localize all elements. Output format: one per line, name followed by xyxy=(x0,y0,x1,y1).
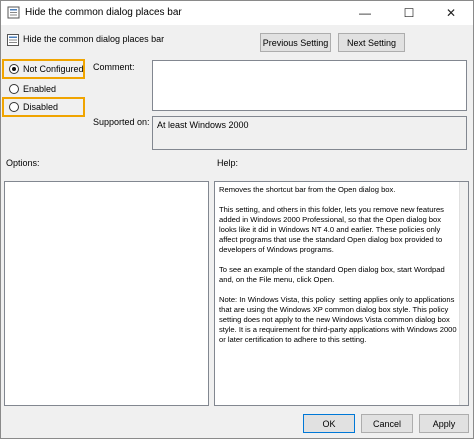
policy-dialog-window: Hide the common dialog places bar — ☐ ✕ … xyxy=(0,0,474,439)
help-text: Removes the shortcut bar from the Open d… xyxy=(219,185,457,344)
options-label: Options: xyxy=(6,158,40,168)
radio-unselected-icon[interactable] xyxy=(9,102,19,112)
supported-on-field: At least Windows 2000 xyxy=(152,116,467,150)
title-bar[interactable]: Hide the common dialog places bar — ☐ ✕ xyxy=(1,1,473,25)
cancel-button[interactable]: Cancel xyxy=(361,414,413,433)
next-setting-button[interactable]: Next Setting xyxy=(338,33,405,52)
comment-textarea[interactable] xyxy=(152,60,467,111)
radio-unselected-icon[interactable] xyxy=(9,84,19,94)
setting-title: Hide the common dialog places bar xyxy=(23,34,165,44)
minimize-icon: — xyxy=(359,6,371,20)
maximize-button[interactable]: ☐ xyxy=(389,1,429,25)
comment-label: Comment: xyxy=(93,62,135,72)
radio-label-not-configured: Not Configured xyxy=(23,64,84,74)
help-panel[interactable]: Removes the shortcut bar from the Open d… xyxy=(214,181,469,406)
radio-label-enabled: Enabled xyxy=(23,84,57,94)
radio-enabled[interactable]: Enabled xyxy=(1,79,85,99)
policy-setting-icon xyxy=(7,34,19,46)
apply-button[interactable]: Apply xyxy=(419,414,469,433)
policy-setting-icon xyxy=(7,6,20,19)
window-title: Hide the common dialog places bar xyxy=(25,7,182,18)
supported-on-value: At least Windows 2000 xyxy=(157,120,249,130)
ok-button[interactable]: OK xyxy=(303,414,355,433)
radio-selected-icon[interactable] xyxy=(9,64,19,74)
radio-label-disabled: Disabled xyxy=(23,102,59,112)
maximize-icon: ☐ xyxy=(403,6,415,20)
minimize-button[interactable]: — xyxy=(345,1,385,25)
radio-not-configured[interactable]: Not Configured xyxy=(1,59,85,79)
supported-on-label: Supported on: xyxy=(93,117,150,127)
options-panel xyxy=(4,181,209,406)
previous-setting-button[interactable]: Previous Setting xyxy=(260,33,331,52)
help-scrollbar[interactable] xyxy=(459,182,468,405)
close-icon: ✕ xyxy=(445,6,457,20)
close-button[interactable]: ✕ xyxy=(431,1,471,25)
radio-disabled[interactable]: Disabled xyxy=(1,97,85,117)
help-label: Help: xyxy=(217,158,239,168)
